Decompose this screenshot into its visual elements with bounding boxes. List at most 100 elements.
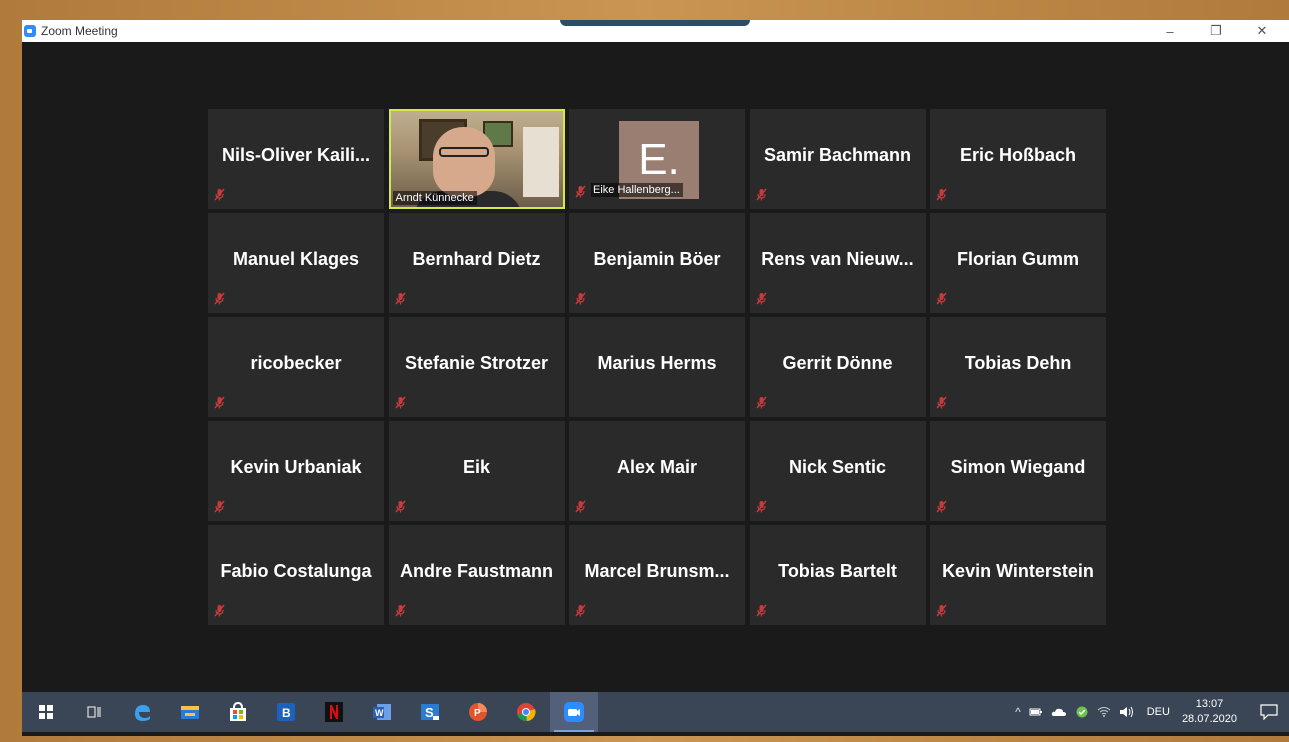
participant-name: Nils-Oliver Kaili... [221,144,371,165]
muted-mic-icon [936,292,947,305]
participant-name-label: Arndt Künnecke [392,191,477,205]
file-explorer-taskbar-button[interactable] [166,692,214,732]
netflix-icon [325,702,343,722]
participant-name: Manuel Klages [232,248,360,269]
participant-tile[interactable]: Alex Mair [569,421,745,521]
participant-tile[interactable]: Manuel Klages [208,213,384,313]
window-title: Zoom Meeting [41,24,118,38]
zoom-icon [564,702,584,722]
participant-tile[interactable]: Tobias Bartelt [749,525,926,625]
participant-name: Andre Faustmann [399,560,554,581]
onedrive-cloud-icon[interactable] [1051,707,1067,717]
participant-tile[interactable]: Nils-Oliver Kaili... [208,109,384,209]
svg-text:B: B [282,706,291,720]
participant-tile[interactable]: Simon Wiegand [930,421,1106,521]
muted-mic-icon [394,604,406,617]
muted-mic-icon [755,396,767,409]
participant-tile[interactable]: Bernhard Dietz [388,213,565,313]
muted-mic-icon [394,396,406,409]
participant-tile[interactable]: Marius Herms [569,317,745,417]
participant-tile[interactable]: Nick Sentic [749,421,926,521]
participant-name: Benjamin Böer [593,248,721,269]
maximize-button[interactable]: ❐ [1193,20,1239,42]
powerpoint-taskbar-button[interactable]: P [454,692,502,732]
edge-taskbar-button[interactable] [118,692,166,732]
battery-icon[interactable] [1029,707,1043,717]
participant-tile[interactable]: Kevin Winterstein [930,525,1106,625]
participant-tile[interactable]: Samir Bachmann [749,109,926,209]
participant-name: Nick Sentic [788,456,887,477]
netflix-taskbar-button[interactable] [310,692,358,732]
muted-mic-icon [575,292,586,305]
start-button[interactable] [22,692,70,732]
wifi-icon[interactable] [1097,706,1111,718]
store-icon [230,701,246,721]
task-view-icon [87,706,101,718]
muted-mic-icon [755,292,767,305]
muted-mic-icon [214,604,225,617]
action-center-button[interactable] [1249,692,1289,732]
input-language-indicator[interactable]: DEU [1147,706,1170,718]
muted-mic-icon [755,188,767,201]
participant-tile[interactable]: Fabio Costalunga [208,525,384,625]
participant-tile[interactable]: Stefanie Strotzer [388,317,565,417]
meeting-controls-handle[interactable] [560,20,750,26]
muted-mic-icon [575,500,586,513]
muted-mic-icon [755,604,767,617]
participant-name: Fabio Costalunga [220,560,372,581]
muted-mic-icon [936,396,947,409]
participant-name-label: Eike Hallenberg... [591,183,683,197]
participant-tile[interactable]: Andre Faustmann [388,525,565,625]
s-app-icon: S [421,704,439,720]
volume-icon[interactable] [1119,706,1135,718]
task-view-button[interactable] [70,692,118,732]
participant-name: Samir Bachmann [763,144,912,165]
notification-icon [1260,704,1278,720]
participant-tile[interactable]: Tobias Dehn [930,317,1106,417]
participant-tile[interactable]: Gerrit Dönne [749,317,926,417]
participant-name: Gerrit Dönne [782,352,893,373]
zoom-taskbar-button[interactable] [550,692,598,732]
minimize-button[interactable]: – [1147,20,1193,42]
taskbar-clock[interactable]: 13:07 28.07.2020 [1182,697,1237,727]
participant-name: Eik [462,456,491,477]
participant-tile[interactable]: Eric Hoßbach [930,109,1106,209]
gallery-grid: Nils-Oliver Kaili... Arndt Künnecke E. E… [208,109,1106,625]
svg-text:W: W [375,708,384,718]
participant-tile[interactable]: ricobecker [208,317,384,417]
b-app-taskbar-button[interactable]: B [262,692,310,732]
word-taskbar-button[interactable]: W [358,692,406,732]
participant-tile[interactable]: Benjamin Böer [569,213,745,313]
zoom-app-icon [24,25,36,37]
participant-name: Alex Mair [616,456,698,477]
participant-tile[interactable]: Kevin Urbaniak [208,421,384,521]
chrome-taskbar-button[interactable] [502,692,550,732]
participant-name: Marius Herms [597,352,717,373]
s-app-taskbar-button[interactable]: S [406,692,454,732]
sync-status-icon[interactable] [1075,705,1089,719]
participant-name: Rens van Nieuw... [761,248,914,269]
participant-tile[interactable]: Rens van Nieuw... [749,213,926,313]
participant-tile[interactable]: E. Eike Hallenberg... [569,109,745,209]
participant-name: Eric Hoßbach [959,144,1077,165]
participant-name: Tobias Bartelt [778,560,897,581]
participant-name: Stefanie Strotzer [404,352,549,373]
show-hidden-icons-chevron[interactable]: ^ [1015,705,1021,719]
close-button[interactable]: ✕ [1239,20,1285,42]
muted-mic-icon [394,292,406,305]
chrome-icon [517,703,536,722]
participant-name: ricobecker [250,352,342,373]
participant-tile[interactable]: Eik [388,421,565,521]
muted-mic-icon [936,188,947,201]
participant-tile[interactable]: Florian Gumm [930,213,1106,313]
edge-icon [135,705,150,721]
participant-tile[interactable]: Marcel Brunsm... [569,525,745,625]
muted-mic-icon [394,500,406,513]
store-taskbar-button[interactable] [214,692,262,732]
active-speaker-tile[interactable]: Arndt Künnecke [388,109,565,209]
muted-mic-icon [214,188,225,201]
muted-mic-icon [214,396,225,409]
muted-mic-icon [936,500,947,513]
muted-mic-icon [575,185,586,198]
muted-mic-icon [936,604,947,617]
